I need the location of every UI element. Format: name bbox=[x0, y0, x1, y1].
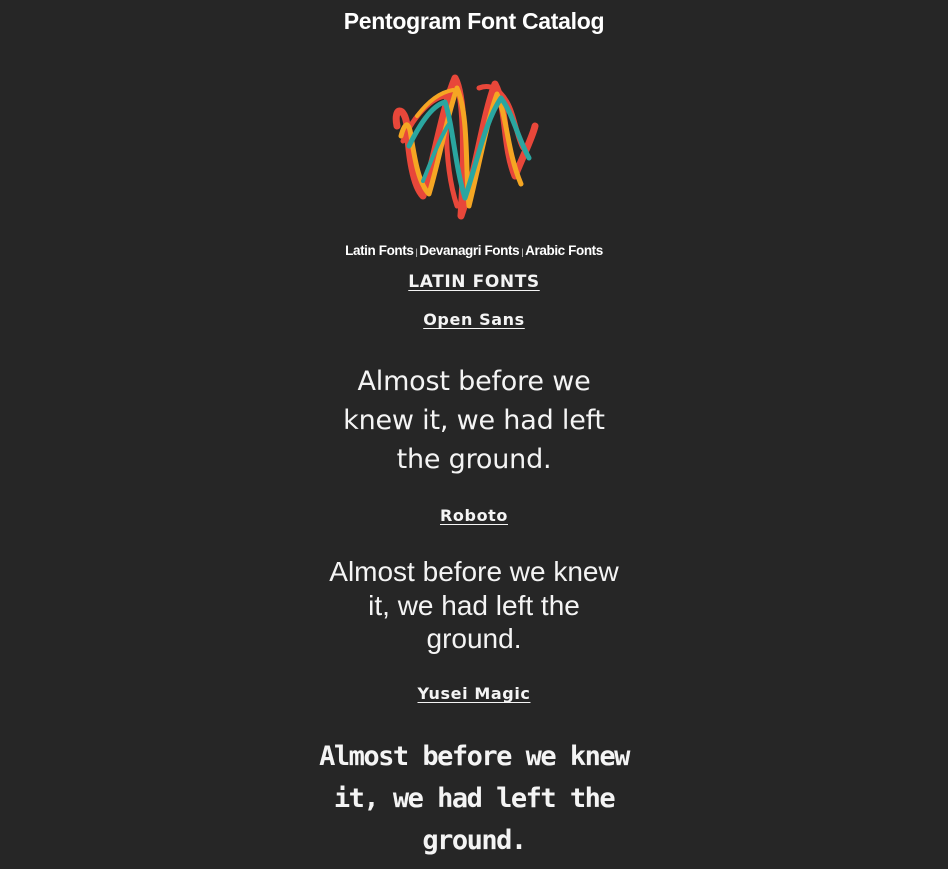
site-title: Pentogram Font Catalog bbox=[343, 8, 605, 34]
section-heading-latin-fonts: LATIN FONTS bbox=[408, 272, 540, 292]
nav-link-devanagri-fonts[interactable]: Devanagri Fonts bbox=[419, 243, 519, 258]
font-link-open-sans[interactable]: Open Sans bbox=[0, 310, 948, 329]
font-sample-yusei-magic: Almost before we knew it, we had left th… bbox=[319, 741, 630, 856]
font-link-roboto[interactable]: Roboto bbox=[0, 506, 948, 525]
nav-link-arabic-fonts[interactable]: Arabic Fonts bbox=[525, 243, 603, 258]
font-sample-open-sans: Almost before we knew it, we had left th… bbox=[343, 366, 605, 475]
font-sample-roboto: Almost before we knew it, we had left th… bbox=[329, 556, 619, 654]
page: Pentogram Font Catalog Latin Fonts | Devan… bbox=[0, 0, 948, 869]
nav-link-latin-fonts[interactable]: Latin Fonts bbox=[345, 243, 414, 258]
font-category-nav: Latin Fonts | Devanagri Fonts | Arabic Fonts bbox=[0, 243, 948, 258]
font-link-yusei-magic[interactable]: Yusei Magic bbox=[0, 684, 948, 703]
scribble-logo-icon bbox=[392, 74, 539, 220]
